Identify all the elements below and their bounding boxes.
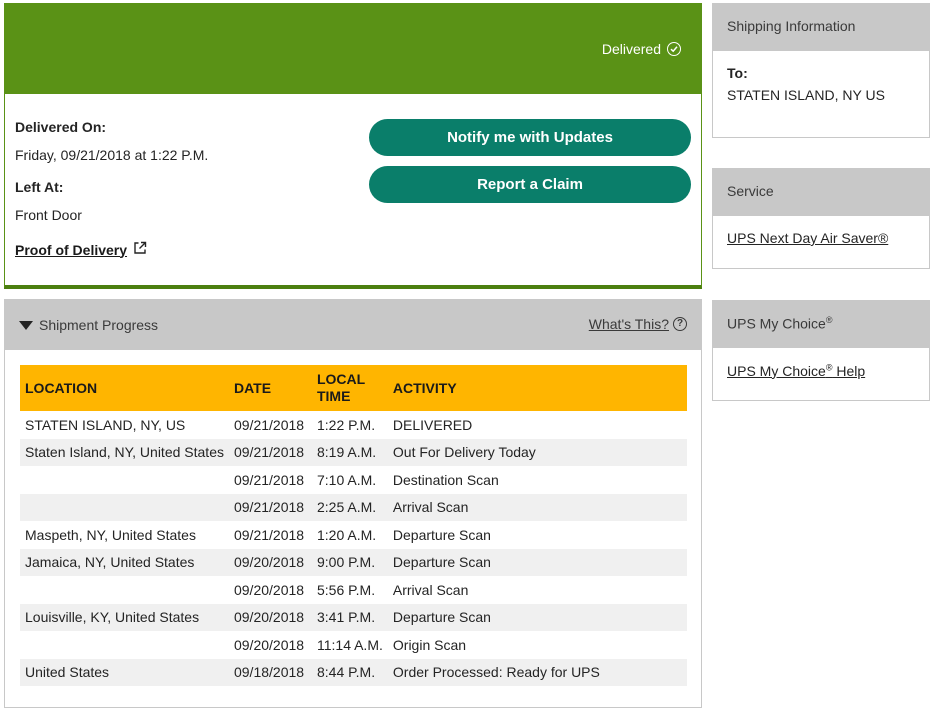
col-date: DATE (228, 365, 312, 411)
cell-location (20, 576, 229, 604)
cell-location: Louisville, KY, United States (20, 603, 229, 631)
question-circle-icon: ? (673, 317, 687, 331)
cell-time: 11:14 A.M. (316, 636, 383, 653)
cell-location: Maspeth, NY, United States (25, 526, 196, 543)
table-row: STATEN ISLAND, NY, US 09/21/2018 1:22 P.M.… (20, 411, 687, 439)
col-location: LOCATION (20, 365, 229, 411)
check-circle-icon (667, 42, 681, 56)
progress-table-header: LOCATION DATE LOCAL TIME ACTIVITY (20, 365, 687, 411)
status-banner: Delivered (5, 4, 701, 94)
shipment-progress-toggle[interactable]: Shipment Progress (19, 317, 158, 333)
table-row: Staten Island, NY, United States 09/21/20… (20, 438, 687, 466)
notify-updates-button[interactable]: Notify me with Updates (369, 119, 691, 156)
cell-location: Staten Island, NY, United States (20, 438, 229, 466)
shipment-progress-panel: Shipment Progress What's This? ? LOCATIO… (4, 299, 702, 708)
whats-this-link[interactable]: What's This? ? (589, 316, 687, 332)
cell-time: 8:44 P.M. (311, 658, 388, 686)
cell-date: 09/21/2018 (228, 493, 312, 521)
cell-date: 09/18/2018 (228, 658, 312, 686)
cell-date: 09/20/2018 (228, 548, 312, 576)
my-choice-panel: UPS My Choice® UPS My Choice® Help (712, 300, 930, 401)
delivered-on-value: Friday, 09/21/2018 at 1:22 P.M. (15, 147, 209, 163)
table-row: 09/21/2018 7:10 A.M. Destination Scan (20, 466, 687, 494)
cell-location: United States (20, 658, 229, 686)
status-text: Delivered (601, 41, 661, 57)
left-at-value: Front Door (15, 207, 82, 223)
external-link-icon (133, 241, 147, 258)
proof-of-delivery-link[interactable]: Proof of Delivery (15, 241, 147, 258)
delivery-card: Delivered Delivered On: Friday, 09/21/20… (4, 3, 702, 289)
cell-date: 09/21/2018 (228, 438, 312, 466)
cell-date: 09/20/2018 (233, 636, 305, 653)
cell-activity: Arrival Scan (392, 581, 469, 598)
cell-location (20, 493, 229, 521)
cell-date: 09/21/2018 (233, 416, 305, 433)
col-activity: ACTIVITY (387, 365, 687, 411)
cell-time: 2:25 A.M. (311, 493, 388, 521)
table-row: Maspeth, NY, United States 09/21/2018 1:20… (20, 521, 687, 549)
cell-time: 3:41 P.M. (311, 603, 388, 631)
cell-activity: Order Processed: Ready for UPS (387, 658, 687, 686)
cell-location: Jamaica, NY, United States (20, 548, 229, 576)
shipping-information-panel: Shipping Information To: STATEN ISLAND, … (712, 3, 930, 138)
caret-down-icon (19, 320, 33, 330)
cell-activity: Departure Scan (392, 526, 491, 543)
table-row: 09/20/2018 11:14 A.M. Origin Scan (20, 631, 687, 659)
cell-date: 09/20/2018 (228, 603, 312, 631)
left-at-label: Left At: (15, 179, 64, 195)
cell-date: 09/20/2018 (233, 581, 305, 598)
cell-activity: Arrival Scan (387, 493, 687, 521)
my-choice-help-link[interactable]: UPS My Choice® Help (727, 362, 865, 379)
cell-activity: Departure Scan (387, 603, 687, 631)
col-local-time: LOCAL TIME (311, 365, 388, 411)
shipping-information-title: Shipping Information (713, 4, 929, 51)
table-row: Jamaica, NY, United States 09/20/2018 9:00… (20, 548, 687, 576)
cell-location (20, 466, 229, 494)
cell-date: 09/21/2018 (233, 471, 305, 488)
cell-activity: Out For Delivery Today (387, 438, 687, 466)
cell-location: STATEN ISLAND, NY, US (25, 416, 186, 433)
cell-activity: DELIVERED (392, 416, 473, 433)
progress-table: LOCATION DATE LOCAL TIME ACTIVITY STATEN … (20, 365, 687, 686)
cell-activity: Origin Scan (392, 636, 467, 653)
ship-to-label: To: (727, 65, 748, 81)
service-panel: Service UPS Next Day Air Saver® (712, 168, 930, 269)
report-claim-button[interactable]: Report a Claim (369, 166, 691, 203)
delivered-on-label: Delivered On: (15, 119, 107, 135)
whats-this-label: What's This? (588, 316, 669, 332)
cell-time: 1:20 A.M. (316, 526, 377, 543)
cell-time: 8:19 A.M. (311, 438, 388, 466)
shipment-progress-title: Shipment Progress (39, 317, 159, 333)
table-row: 09/21/2018 2:25 A.M. Arrival Scan (20, 493, 687, 521)
cell-time: 9:00 P.M. (311, 548, 388, 576)
my-choice-title: UPS My Choice® (713, 301, 929, 348)
service-link[interactable]: UPS Next Day Air Saver® (727, 230, 888, 246)
delivery-status: Delivered (602, 41, 681, 57)
cell-activity: Departure Scan (387, 548, 687, 576)
cell-time: 5:56 P.M. (316, 581, 376, 598)
cell-location (20, 631, 229, 659)
proof-of-delivery-label: Proof of Delivery (15, 241, 128, 258)
cell-time: 7:10 A.M. (316, 471, 377, 488)
table-row: Louisville, KY, United States 09/20/2018 3… (20, 603, 687, 631)
table-row: United States 09/18/2018 8:44 P.M. Order Pr… (20, 658, 687, 686)
cell-activity: Destination Scan (392, 471, 499, 488)
ship-to-value: STATEN ISLAND, NY US (727, 87, 885, 103)
cell-date: 09/21/2018 (233, 526, 305, 543)
table-row: 09/20/2018 5:56 P.M. Arrival Scan (20, 576, 687, 604)
service-title: Service (713, 169, 929, 216)
cell-time: 1:22 P.M. (316, 416, 376, 433)
shipment-progress-header: Shipment Progress What's This? ? (5, 300, 701, 350)
